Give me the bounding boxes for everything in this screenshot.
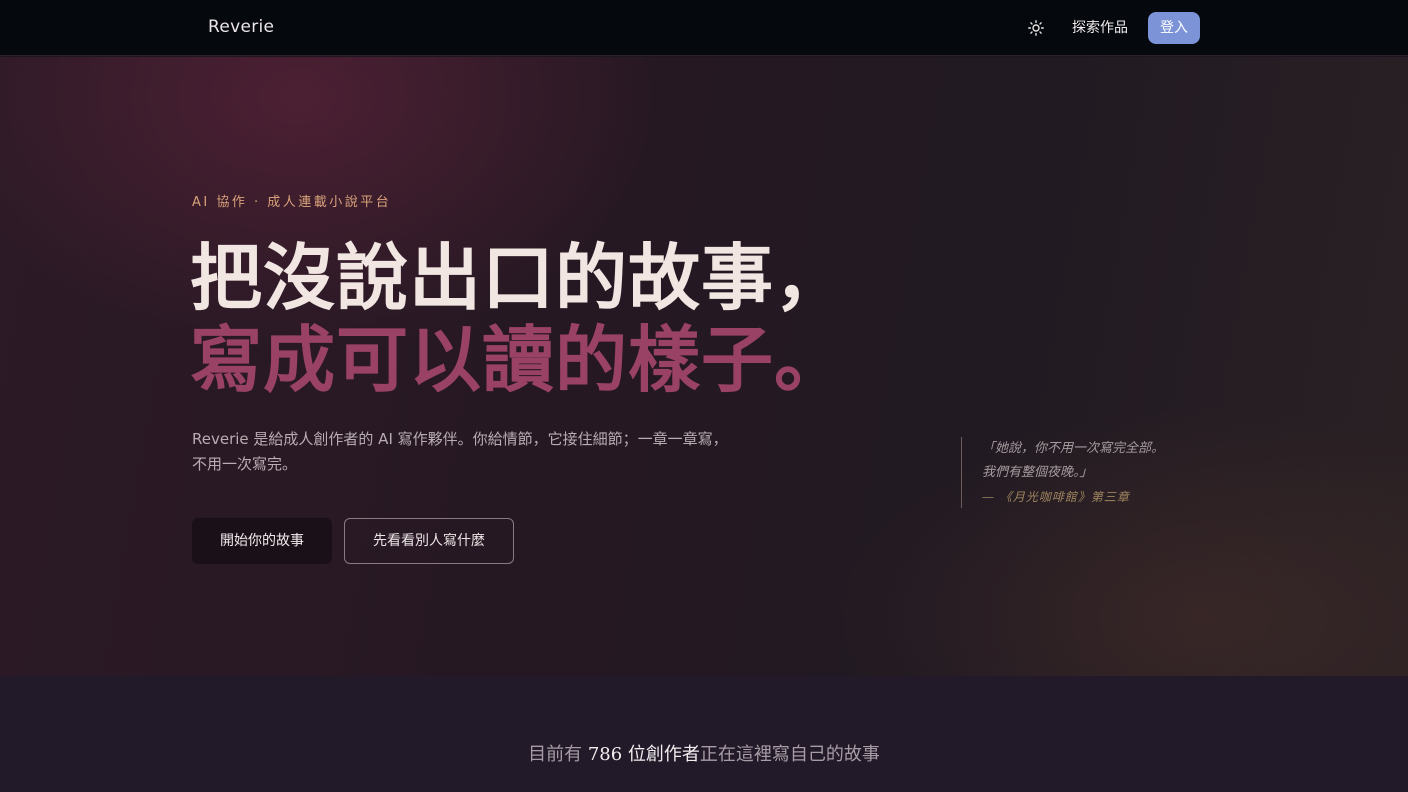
quote-line-1: 「她說，你不用一次寫完全部。: [982, 441, 1165, 456]
page: Reverie 探索作品 登入 AI 協作 · 成人連載小說平台 把沒說出口的故…: [0, 0, 1408, 792]
theme-toggle-button[interactable]: [1024, 16, 1048, 40]
hero-headline: 把沒說出口的故事， 寫成可以讀的樣子。: [190, 237, 890, 401]
top-nav: Reverie 探索作品 登入: [0, 0, 1408, 56]
stats-suffix: 正在這裡寫自己的故事: [699, 744, 880, 765]
description-line-2: 不用一次寫完。: [192, 455, 298, 473]
stats-prefix: 目前有: [528, 744, 583, 765]
quote-source: — 《月光咖啡館》第三章: [982, 490, 1130, 504]
login-button[interactable]: 登入: [1148, 12, 1200, 44]
description-line-1: Reverie 是給成人創作者的 AI 寫作夥伴。你給情節，它接住細節；一章一章…: [192, 430, 728, 448]
brand-logo[interactable]: Reverie: [208, 17, 274, 37]
sun-icon: [1028, 20, 1044, 36]
stats-count: 786 位創作者: [587, 744, 700, 765]
hero-quote: 「她說，你不用一次寫完全部。 我們有整個夜晚。」 — 《月光咖啡館》第三章: [961, 437, 1221, 508]
explore-works-link[interactable]: 探索作品: [1064, 16, 1136, 40]
headline-line-2: 寫成可以讀的樣子。: [190, 317, 848, 402]
stats-section: 目前有 786 位創作者正在這裡寫自己的故事: [0, 676, 1408, 792]
hero-section: AI 協作 · 成人連載小說平台 把沒說出口的故事， 寫成可以讀的樣子。 Rev…: [0, 57, 1408, 676]
quote-line-2: 我們有整個夜晚。」: [982, 465, 1093, 480]
browse-others-button[interactable]: 先看看別人寫什麼: [344, 518, 514, 564]
hero-eyebrow: AI 協作 · 成人連載小說平台: [192, 195, 392, 210]
start-story-button[interactable]: 開始你的故事: [192, 518, 332, 564]
headline-line-1: 把沒說出口的故事，: [190, 235, 848, 320]
creator-stats: 目前有 786 位創作者正在這裡寫自己的故事: [0, 740, 1408, 766]
hero-description: Reverie 是給成人創作者的 AI 寫作夥伴。你給情節，它接住細節；一章一章…: [192, 427, 772, 477]
